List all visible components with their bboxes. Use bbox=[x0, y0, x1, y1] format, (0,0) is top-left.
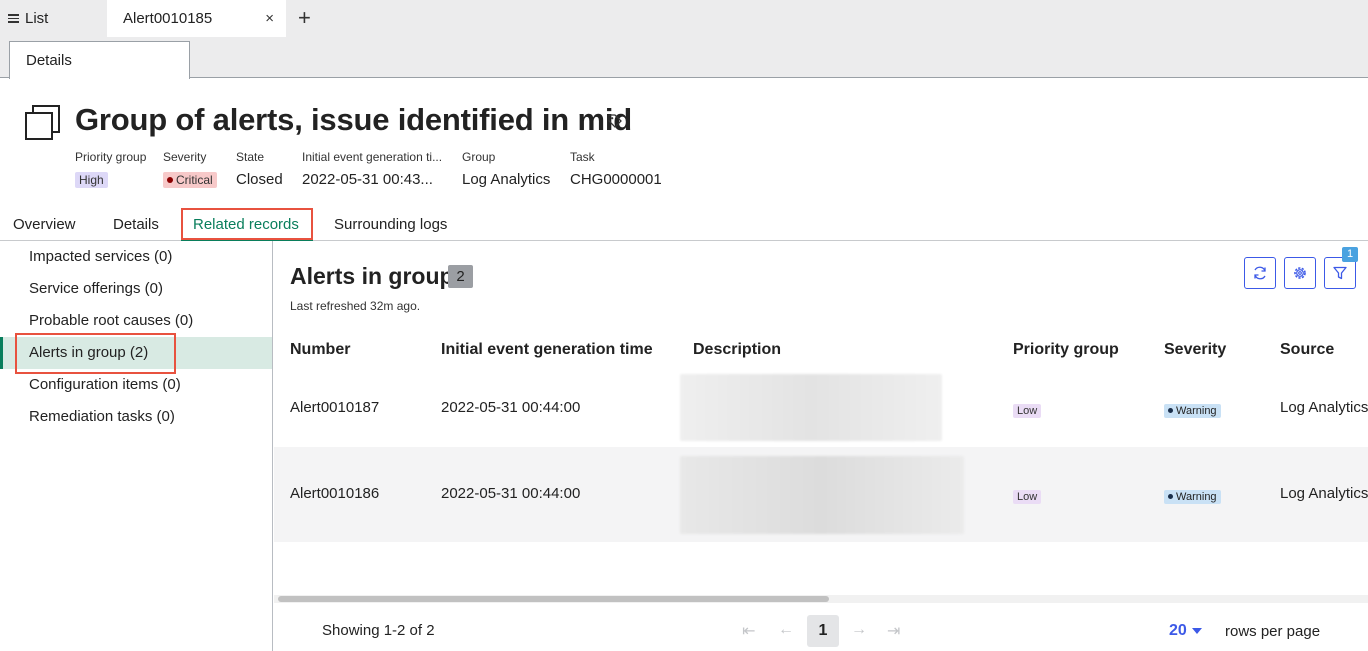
sidebar-item-configuration-items[interactable]: Configuration items (0) bbox=[29, 376, 181, 393]
table-row[interactable]: Alert0010187 2022-05-31 00:44:00 Low War… bbox=[274, 369, 1368, 447]
priority-cell: Low bbox=[1013, 487, 1042, 504]
previous-page-icon[interactable]: ← bbox=[778, 621, 794, 639]
priority-cell: Low bbox=[1013, 401, 1042, 418]
rows-per-page-select[interactable]: 20 bbox=[1169, 622, 1187, 640]
meta-priority-group: Priority group High bbox=[75, 150, 147, 188]
priority-badge: High bbox=[75, 172, 108, 188]
tab-surrounding-logs[interactable]: Surrounding logs bbox=[334, 216, 447, 233]
browser-tab-bar: List Alert0010185 × + bbox=[0, 0, 1368, 37]
column-header-priority-group[interactable]: Priority group bbox=[1013, 341, 1119, 359]
severity-badge: Critical bbox=[163, 172, 217, 188]
table-row[interactable]: Alert0010186 2022-05-31 00:44:00 Low War… bbox=[274, 447, 1368, 542]
last-refreshed-text: Last refreshed 32m ago. bbox=[290, 299, 421, 313]
showing-count: Showing 1-2 of 2 bbox=[322, 622, 435, 639]
tab-alert-label: Alert0010185 bbox=[123, 10, 213, 27]
horizontal-scrollbar-thumb[interactable] bbox=[278, 596, 829, 602]
source-cell: Log Analytics bbox=[1280, 399, 1368, 416]
chevron-down-icon[interactable] bbox=[1192, 628, 1202, 634]
task-link[interactable]: CHG0000001 bbox=[570, 171, 662, 188]
refresh-icon bbox=[1254, 266, 1266, 280]
meta-group: Group Log Analytics bbox=[462, 150, 551, 188]
filter-count-badge: 1 bbox=[1342, 247, 1358, 262]
gear-icon bbox=[1294, 267, 1306, 279]
alert-count-badge: 2 bbox=[448, 265, 473, 288]
sidebar-item-probable-root-causes[interactable]: Probable root causes (0) bbox=[29, 312, 193, 329]
severity-cell: Warning bbox=[1164, 487, 1221, 504]
page-title: Group of alerts, issue identified in mid bbox=[75, 102, 632, 137]
column-header-description[interactable]: Description bbox=[693, 341, 781, 359]
description-redacted bbox=[680, 456, 964, 534]
alerts-in-group-highlight bbox=[15, 333, 176, 374]
settings-button[interactable] bbox=[1284, 257, 1316, 289]
column-header-number[interactable]: Number bbox=[290, 341, 350, 359]
tab-details-section[interactable]: Details bbox=[113, 216, 159, 233]
alert-group-icon bbox=[25, 105, 60, 140]
alerts-in-group-panel: Alerts in group 2 Last refreshed 32m ago… bbox=[274, 241, 1368, 651]
pagination-footer: Showing 1-2 of 2 ⇤ ← 1 → ⇥ 20 rows per p… bbox=[274, 603, 1368, 651]
meta-state: State Closed bbox=[236, 150, 283, 188]
first-page-icon[interactable]: ⇤ bbox=[742, 621, 755, 641]
tab-details[interactable]: Details bbox=[9, 41, 190, 79]
tab-list[interactable]: List bbox=[0, 0, 106, 37]
sidebar-item-remediation-tasks[interactable]: Remediation tasks (0) bbox=[29, 408, 175, 425]
alert-number-link[interactable]: Alert0010186 bbox=[290, 485, 379, 502]
hamburger-menu-icon bbox=[8, 12, 19, 25]
add-tab-icon[interactable]: + bbox=[298, 5, 311, 31]
related-records-highlight bbox=[181, 208, 313, 240]
severity-dot-icon bbox=[1168, 494, 1173, 499]
tag-icon[interactable] bbox=[607, 113, 623, 129]
panel-title: Alerts in group bbox=[290, 263, 454, 289]
column-header-severity[interactable]: Severity bbox=[1164, 341, 1226, 359]
related-records-sidebar: Impacted services (0) Service offerings … bbox=[0, 241, 273, 651]
filter-icon bbox=[1333, 266, 1347, 280]
tab-overview[interactable]: Overview bbox=[13, 216, 76, 233]
tab-alert-record[interactable]: Alert0010185 × bbox=[107, 0, 286, 37]
close-icon[interactable]: × bbox=[265, 10, 274, 27]
alert-number-link[interactable]: Alert0010187 bbox=[290, 399, 379, 416]
meta-initial-event-time: Initial event generation ti... 2022-05-3… bbox=[302, 150, 443, 188]
meta-task: Task CHG0000001 bbox=[570, 150, 662, 188]
source-cell: Log Analytics bbox=[1280, 485, 1368, 502]
refresh-button[interactable] bbox=[1244, 257, 1276, 289]
next-page-icon[interactable]: → bbox=[851, 621, 867, 639]
current-page-button[interactable]: 1 bbox=[807, 615, 839, 647]
column-header-source[interactable]: Source bbox=[1280, 341, 1334, 359]
severity-dot-icon bbox=[1168, 408, 1173, 413]
initial-event-time-cell: 2022-05-31 00:44:00 bbox=[441, 485, 581, 502]
sidebar-item-impacted-services[interactable]: Impacted services (0) bbox=[29, 248, 172, 265]
description-redacted bbox=[680, 374, 942, 441]
column-header-initial-event-time[interactable]: Initial event generation time bbox=[441, 341, 653, 359]
last-page-icon[interactable]: ⇥ bbox=[887, 621, 900, 641]
sub-tab-bar: Details bbox=[0, 37, 1368, 79]
tab-list-label: List bbox=[25, 10, 49, 27]
meta-severity: Severity Critical bbox=[163, 150, 217, 188]
severity-dot-icon bbox=[167, 177, 173, 183]
rows-per-page-label: rows per page bbox=[1225, 623, 1321, 640]
initial-event-time-cell: 2022-05-31 00:44:00 bbox=[441, 399, 581, 416]
severity-cell: Warning bbox=[1164, 401, 1221, 418]
sidebar-item-service-offerings[interactable]: Service offerings (0) bbox=[29, 280, 163, 297]
horizontal-scrollbar[interactable] bbox=[274, 595, 1368, 603]
